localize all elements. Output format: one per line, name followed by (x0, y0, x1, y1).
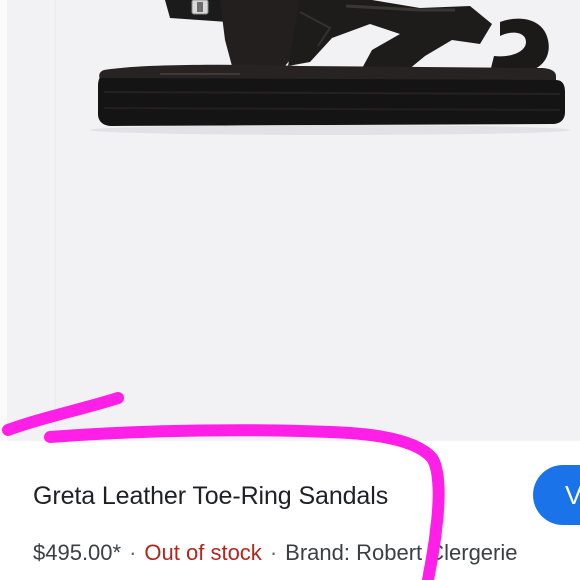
product-meta: $495.00* · Out of stock · Brand: Robert Cler… (33, 538, 518, 568)
sandal-image (90, 0, 570, 135)
shopping-result-card: Greta Leather Toe-Ring Sandals $495.00* ·… (0, 0, 580, 580)
stock-status: Out of stock (144, 540, 262, 565)
separator-dot: · (129, 540, 137, 565)
brand-label: Brand: (285, 540, 350, 565)
separator-dot: · (269, 540, 278, 565)
product-title[interactable]: Greta Leather Toe-Ring Sandals (33, 480, 388, 512)
product-image[interactable] (0, 0, 580, 441)
price: $495.00* (33, 540, 122, 565)
brand-name[interactable]: Robert Clergerie (356, 540, 517, 565)
